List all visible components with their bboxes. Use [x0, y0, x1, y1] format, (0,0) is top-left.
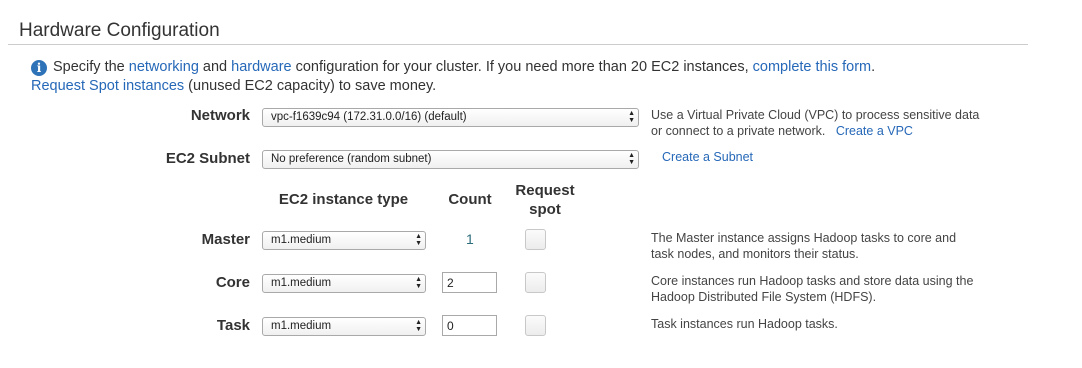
core-count-input[interactable] [442, 272, 497, 293]
network-help-line: Use a Virtual Private Cloud (VPC) to pro… [651, 108, 980, 122]
request-spot-link[interactable]: Request Spot instances [31, 78, 184, 94]
core-request-spot-checkbox[interactable] [525, 272, 546, 293]
task-instance-type-value: m1.medium [271, 320, 332, 332]
core-instance-type-value: m1.medium [271, 277, 332, 289]
hardware-link[interactable]: hardware [231, 59, 291, 75]
network-help-line: or connect to a private network. Create … [651, 124, 913, 138]
intro-text: Specify the [53, 59, 129, 75]
request-spot-header: Request spot [515, 182, 575, 218]
network-select-value: vpc-f1639c94 (172.31.0.0/16) (default) [271, 111, 467, 123]
select-arrows-icon: ▲ ▼ [628, 110, 635, 124]
task-count-input[interactable] [442, 315, 497, 336]
network-label: Network [190, 107, 250, 124]
subnet-select-value: No preference (random subnet) [271, 153, 432, 165]
instance-type-header: EC2 instance type [278, 191, 409, 208]
intro-text: configuration for your cluster. If you n… [291, 59, 753, 75]
master-help: The Master instance assigns Hadoop tasks… [651, 231, 957, 261]
network-select[interactable]: vpc-f1639c94 (172.31.0.0/16) (default) ▲… [262, 108, 639, 127]
task-request-spot-checkbox[interactable] [525, 315, 546, 336]
select-arrows-icon: ▲ ▼ [628, 152, 635, 166]
task-label: Task [216, 317, 250, 334]
complete-form-link[interactable]: complete this form [753, 59, 871, 75]
networking-link[interactable]: networking [129, 59, 199, 75]
subnet-select[interactable]: No preference (random subnet) ▲ ▼ [262, 150, 639, 169]
master-instance-type-value: m1.medium [271, 234, 332, 246]
master-count: 1 [466, 231, 474, 247]
intro-line-2: Request Spot instances (unused EC2 capac… [31, 77, 436, 95]
select-arrows-icon: ▲ ▼ [415, 233, 422, 247]
section-divider [8, 44, 1028, 45]
task-help: Task instances run Hadoop tasks. [651, 317, 838, 331]
intro-line-1: Specify the networking and hardware conf… [53, 58, 875, 76]
create-vpc-link[interactable]: Create a VPC [836, 124, 913, 138]
master-label: Master [201, 231, 250, 248]
master-instance-type-select[interactable]: m1.medium ▲ ▼ [262, 231, 426, 250]
subnet-label: EC2 Subnet [165, 150, 250, 167]
master-request-spot-checkbox[interactable] [525, 229, 546, 250]
select-arrows-icon: ▲ ▼ [415, 276, 422, 290]
intro-text: and [198, 59, 232, 75]
create-subnet-link[interactable]: Create a Subnet [662, 150, 753, 164]
core-instance-type-select[interactable]: m1.medium ▲ ▼ [262, 274, 426, 293]
count-header: Count [448, 191, 492, 208]
intro-text: (unused EC2 capacity) to save money. [184, 78, 437, 94]
info-icon: i [31, 60, 47, 76]
core-help: Core instances run Hadoop tasks and stor… [651, 274, 974, 304]
section-title: Hardware Configuration [19, 20, 220, 41]
intro-text: . [871, 59, 876, 75]
task-instance-type-select[interactable]: m1.medium ▲ ▼ [262, 317, 426, 336]
network-help: Use a Virtual Private Cloud (VPC) to pro… [651, 107, 979, 139]
select-arrows-icon: ▲ ▼ [415, 319, 422, 333]
core-label: Core [215, 274, 250, 291]
